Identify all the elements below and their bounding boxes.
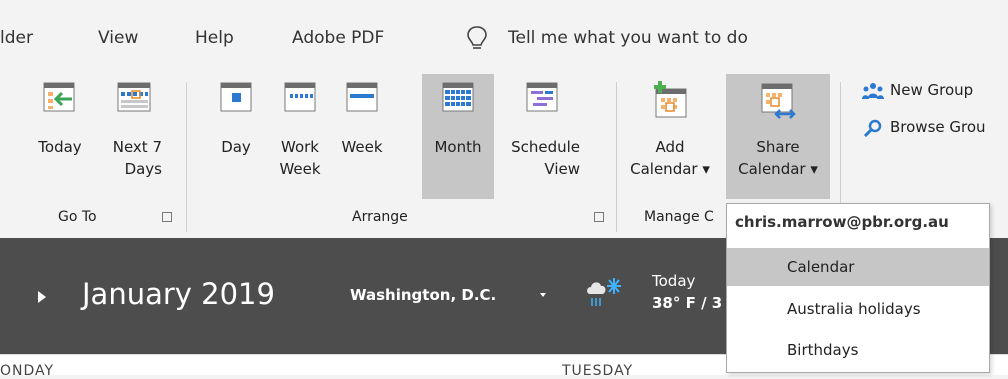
weather-temperature: 38° F / 3 xyxy=(652,294,723,312)
share-calendar-label: Share Calendar ▾ xyxy=(738,138,818,178)
share-calendar-dropdown: chris.marrow@pbr.org.au Calendar Austral… xyxy=(726,203,990,373)
tab-folder[interactable]: lder xyxy=(0,28,33,48)
work-week-label: Work Week xyxy=(279,138,321,178)
lightbulb-icon xyxy=(467,26,487,49)
tab-view[interactable]: View xyxy=(98,28,138,48)
dropdown-account-header: chris.marrow@pbr.org.au xyxy=(735,213,949,231)
schedule-view-icon xyxy=(526,82,558,112)
schedule-view-label: Schedule View xyxy=(511,138,580,178)
browse-groups-label: Browse Grou xyxy=(890,118,986,136)
next-7-days-label: Next 7 Days xyxy=(112,138,162,178)
arrange-group-label: Arrange xyxy=(352,209,408,225)
work-week-icon xyxy=(284,82,316,112)
location-chevron-down-icon[interactable] xyxy=(540,293,546,297)
tell-me-search[interactable]: Tell me what you want to do xyxy=(508,28,748,48)
dropdown-item-australia-holidays[interactable]: Australia holidays xyxy=(727,290,989,328)
add-calendar-label: Add Calendar ▾ xyxy=(630,138,710,178)
week-view-icon xyxy=(346,82,378,112)
dropdown-item-birthdays[interactable]: Birthdays xyxy=(727,331,989,369)
manage-calendars-group-label: Manage C xyxy=(644,209,714,225)
today-calendar-icon xyxy=(43,82,75,112)
day-label: Day xyxy=(221,138,251,156)
people-group-icon xyxy=(862,82,884,99)
today-button[interactable]: Today xyxy=(26,74,94,199)
week-view-button[interactable]: Week xyxy=(332,74,392,199)
day-view-icon xyxy=(220,82,252,112)
today-label: Today xyxy=(38,138,82,156)
goto-dialog-launcher-icon[interactable] xyxy=(162,212,172,222)
week-label: Week xyxy=(341,138,383,156)
day-header-tuesday: TUESDAY xyxy=(562,363,634,379)
group-separator xyxy=(186,82,187,232)
day-view-button[interactable]: Day xyxy=(208,74,264,199)
new-group-button[interactable]: New Group xyxy=(862,81,973,100)
browse-groups-button[interactable]: Browse Grou xyxy=(862,118,986,137)
tab-help[interactable]: Help xyxy=(195,28,234,48)
next-7-days-button[interactable]: Next 7 Days xyxy=(98,74,170,199)
dropdown-item-calendar[interactable]: Calendar xyxy=(727,248,989,286)
next-7-days-icon xyxy=(117,82,151,112)
new-group-label: New Group xyxy=(890,81,974,99)
search-icon xyxy=(863,119,882,137)
day-header-monday: ONDAY xyxy=(0,363,55,379)
month-view-icon xyxy=(442,82,474,112)
work-week-button[interactable]: Work Week xyxy=(270,74,330,199)
ribbon-tab-bar: lder View Help Adobe PDF Tell me what yo… xyxy=(0,0,1008,74)
month-label: Month xyxy=(434,138,482,156)
tab-adobe-pdf[interactable]: Adobe PDF xyxy=(292,28,384,48)
weather-location[interactable]: Washington, D.C. xyxy=(350,286,496,304)
share-calendar-icon xyxy=(761,83,796,119)
schedule-view-button[interactable]: Schedule View xyxy=(496,74,588,199)
goto-group-label: Go To xyxy=(58,209,97,225)
group-separator xyxy=(616,82,617,232)
weather-today-label: Today xyxy=(652,272,696,290)
add-calendar-icon xyxy=(654,81,687,118)
snow-cloud-icon xyxy=(587,278,621,306)
month-view-button[interactable]: Month xyxy=(422,74,494,199)
add-calendar-button[interactable]: Add Calendar ▾ xyxy=(622,74,718,199)
arrange-dialog-launcher-icon[interactable] xyxy=(594,212,604,222)
current-month-title: January 2019 xyxy=(82,277,275,311)
expand-caret-icon[interactable] xyxy=(38,291,46,303)
share-calendar-button[interactable]: Share Calendar ▾ xyxy=(726,74,830,199)
